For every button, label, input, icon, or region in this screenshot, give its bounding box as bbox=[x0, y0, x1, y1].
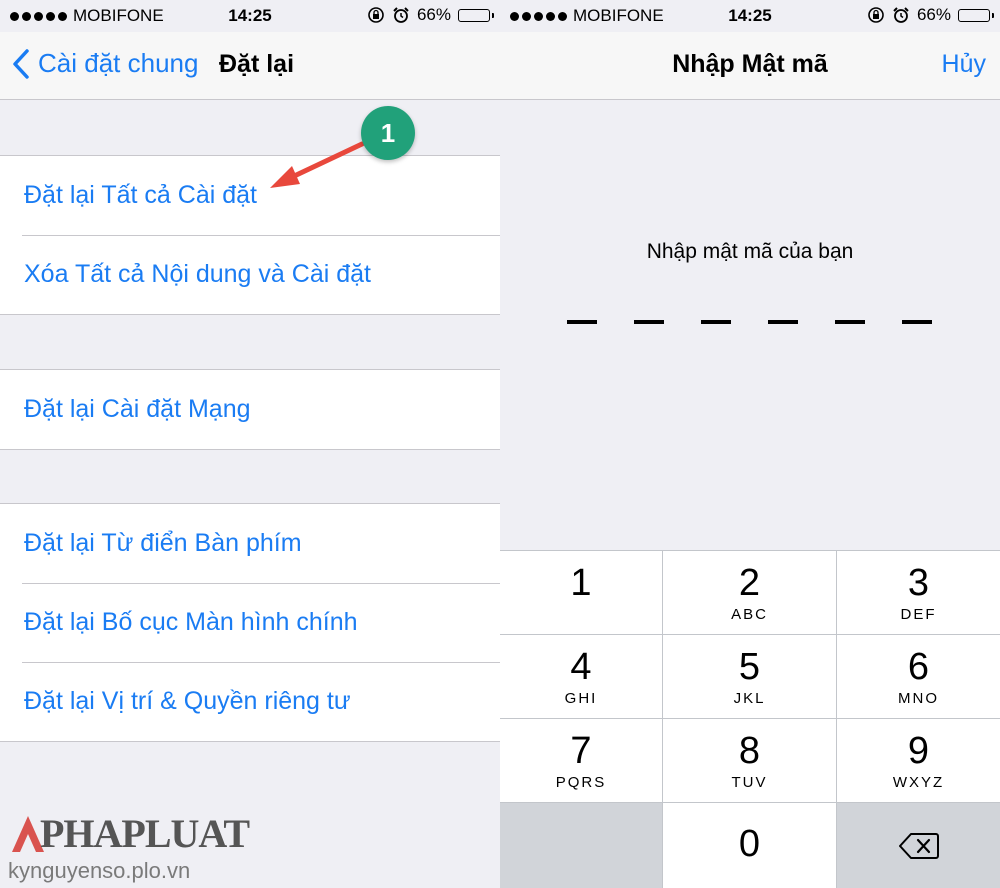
battery-icon bbox=[458, 8, 494, 22]
red-arrow-icon bbox=[270, 141, 365, 188]
reset-home-screen-layout[interactable]: Đặt lại Bố cục Màn hình chính bbox=[0, 583, 500, 662]
alarm-icon bbox=[393, 7, 409, 23]
page-title: Nhập Mật mã bbox=[672, 50, 828, 78]
passcode-digit-slot bbox=[835, 320, 865, 324]
back-button[interactable]: Cài đặt chung bbox=[12, 48, 198, 79]
key-number: 2 bbox=[738, 562, 761, 604]
passcode-digit-slot bbox=[902, 320, 932, 324]
key-number: 6 bbox=[907, 646, 930, 688]
key-0[interactable]: 0 bbox=[663, 803, 836, 888]
key-letters: PQRS bbox=[555, 774, 607, 791]
reset-group-1: Đặt lại Tất cả Cài đặt Xóa Tất cả Nội du… bbox=[0, 155, 500, 315]
delete-key[interactable] bbox=[837, 803, 1000, 888]
rotation-lock-icon bbox=[368, 7, 384, 23]
key-letters: TUV bbox=[731, 774, 768, 791]
chevron-left-icon bbox=[13, 48, 29, 79]
key-number: 1 bbox=[570, 562, 592, 604]
reset-group-3: Đặt lại Từ điển Bàn phím Đặt lại Bố cục … bbox=[0, 503, 500, 742]
cancel-button[interactable]: Hủy bbox=[942, 50, 986, 79]
back-label: Cài đặt chung bbox=[38, 48, 199, 78]
navigation-bar: Nhập Mật mã Hủy bbox=[500, 32, 1000, 100]
key-number: 0 bbox=[738, 823, 761, 865]
reset-group-2: Đặt lại Cài đặt Mạng bbox=[0, 369, 500, 450]
reset-keyboard-dictionary[interactable]: Đặt lại Từ điển Bàn phím bbox=[0, 504, 500, 583]
watermark-site: kynguyenso.plo.vn bbox=[8, 858, 191, 883]
key-1[interactable]: 1 bbox=[500, 551, 662, 634]
key-letters: JKL bbox=[733, 690, 766, 707]
key-6[interactable]: 6 MNO bbox=[837, 635, 1000, 718]
key-9[interactable]: 9 WXYZ bbox=[837, 719, 1000, 802]
key-number: 8 bbox=[738, 730, 761, 772]
watermark-brand: PHAPLUAT bbox=[40, 811, 250, 856]
numeric-keypad: 1 2 ABC 3 DEF 4 GHI 5 JKL 6 MNO 7 PQRS 8 bbox=[500, 550, 1000, 888]
battery-icon bbox=[958, 8, 994, 22]
key-7[interactable]: 7 PQRS bbox=[500, 719, 662, 802]
key-3[interactable]: 3 DEF bbox=[837, 551, 1000, 634]
backspace-icon bbox=[898, 833, 939, 859]
rotation-lock-icon bbox=[868, 7, 884, 23]
passcode-digit-slot bbox=[768, 320, 798, 324]
step-badge: 1 bbox=[361, 106, 415, 160]
key-number: 7 bbox=[570, 730, 592, 772]
key-letters: WXYZ bbox=[892, 774, 945, 791]
key-number: 3 bbox=[907, 562, 930, 604]
battery-percent: 66% bbox=[916, 5, 951, 24]
reset-network-settings[interactable]: Đặt lại Cài đặt Mạng bbox=[0, 370, 500, 449]
key-letters: GHI bbox=[564, 690, 598, 707]
reset-all-settings[interactable]: Đặt lại Tất cả Cài đặt bbox=[0, 156, 500, 235]
status-bar: MOBIFONE 14:25 66% bbox=[0, 0, 500, 32]
passcode-field[interactable] bbox=[567, 320, 932, 324]
key-4[interactable]: 4 GHI bbox=[500, 635, 662, 718]
enter-passcode-screen: MOBIFONE 14:25 66% Nhập Mật mã Hủy Nhập … bbox=[500, 0, 1000, 888]
key-number: 9 bbox=[907, 730, 930, 772]
key-letters: DEF bbox=[900, 606, 937, 623]
key-8[interactable]: 8 TUV bbox=[663, 719, 836, 802]
key-blank bbox=[500, 803, 662, 888]
navigation-bar: Cài đặt chung Đặt lại bbox=[0, 32, 500, 100]
battery-percent: 66% bbox=[416, 5, 451, 24]
key-number: 5 bbox=[738, 646, 761, 688]
passcode-prompt: Nhập mật mã của bạn bbox=[646, 240, 854, 263]
passcode-digit-slot bbox=[634, 320, 664, 324]
passcode-digit-slot bbox=[701, 320, 731, 324]
key-number: 4 bbox=[570, 646, 592, 688]
page-title: Đặt lại bbox=[219, 50, 295, 78]
reset-settings-screen: MOBIFONE 14:25 66% Cài đặt chung Đặt lại… bbox=[0, 0, 500, 888]
key-5[interactable]: 5 JKL bbox=[663, 635, 836, 718]
key-letters: ABC bbox=[731, 606, 768, 623]
status-indicators: 66% bbox=[367, 5, 494, 25]
passcode-digit-slot bbox=[567, 320, 597, 324]
key-2[interactable]: 2 ABC bbox=[663, 551, 836, 634]
status-bar: MOBIFONE 14:25 66% bbox=[500, 0, 1000, 32]
status-indicators: 66% bbox=[867, 5, 994, 25]
reset-location-privacy[interactable]: Đặt lại Vị trí & Quyền riêng tư bbox=[0, 662, 500, 741]
alarm-icon bbox=[893, 7, 909, 23]
key-letters: MNO bbox=[898, 690, 939, 707]
erase-all-content-and-settings[interactable]: Xóa Tất cả Nội dung và Cài đặt bbox=[0, 235, 500, 314]
